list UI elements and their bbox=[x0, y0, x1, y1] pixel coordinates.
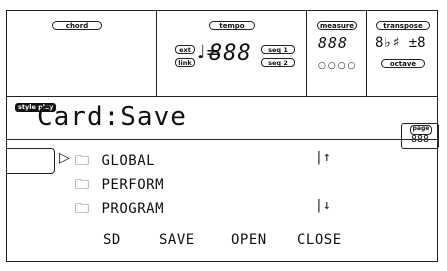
scroll-up-icon[interactable]: |↑ bbox=[315, 150, 331, 165]
selector-arrow-icon: ▷ bbox=[59, 150, 70, 166]
measure-panel: measure 888 ○○○○ bbox=[307, 11, 367, 96]
divider bbox=[7, 139, 437, 140]
measure-dots: ○○○○ bbox=[318, 61, 358, 71]
lcd-display: chord tempo ext link ♩= 888 seq 1 seq 2 … bbox=[6, 10, 439, 262]
list-item-label: GLOBAL bbox=[101, 153, 156, 169]
chord-label: chord bbox=[52, 21, 102, 30]
link-badge: link bbox=[175, 58, 195, 67]
tempo-value: 888 bbox=[209, 41, 252, 66]
sd-button[interactable]: SD bbox=[103, 232, 121, 248]
save-button[interactable]: SAVE bbox=[159, 232, 195, 248]
seq2-badge: seq 2 bbox=[261, 58, 295, 67]
transpose-panel: transpose 8♭♯ ±8 octave bbox=[367, 11, 439, 96]
measure-value: 888 bbox=[318, 34, 349, 52]
list-item[interactable]: 🗀 GLOBAL bbox=[75, 150, 155, 170]
scroll-down-icon[interactable]: |↓ bbox=[315, 198, 331, 213]
octave-label: octave bbox=[381, 59, 425, 68]
list-item[interactable]: 🗀 PROGRAM bbox=[75, 198, 164, 218]
tempo-panel: tempo ext link ♩= 888 seq 1 seq 2 bbox=[157, 11, 307, 96]
transpose-value: 8♭♯ ±8 bbox=[375, 35, 426, 51]
page-title: Card:Save bbox=[37, 102, 187, 132]
transpose-label: transpose bbox=[376, 21, 430, 30]
status-bar: chord tempo ext link ♩= 888 seq 1 seq 2 … bbox=[7, 11, 437, 97]
folder-icon: 🗀 bbox=[75, 153, 90, 169]
folder-icon: 🗀 bbox=[75, 177, 90, 193]
function-buttons: SD SAVE OPEN CLOSE bbox=[7, 232, 437, 252]
seq1-badge: seq 1 bbox=[261, 45, 295, 54]
measure-label: measure bbox=[317, 21, 357, 30]
folder-icon: 🗀 bbox=[75, 201, 90, 217]
list-item-label: PROGRAM bbox=[101, 201, 165, 217]
list-item[interactable]: 🗀 PERFORM bbox=[75, 174, 164, 194]
close-button[interactable]: CLOSE bbox=[297, 232, 342, 248]
ext-badge: ext bbox=[175, 45, 195, 54]
tempo-label: tempo bbox=[209, 21, 255, 30]
open-button[interactable]: OPEN bbox=[231, 232, 267, 248]
card-slot-icon bbox=[7, 148, 55, 174]
list-item-label: PERFORM bbox=[101, 177, 165, 193]
chord-panel: chord bbox=[7, 11, 157, 96]
page-indicator: page 888 bbox=[401, 123, 439, 149]
